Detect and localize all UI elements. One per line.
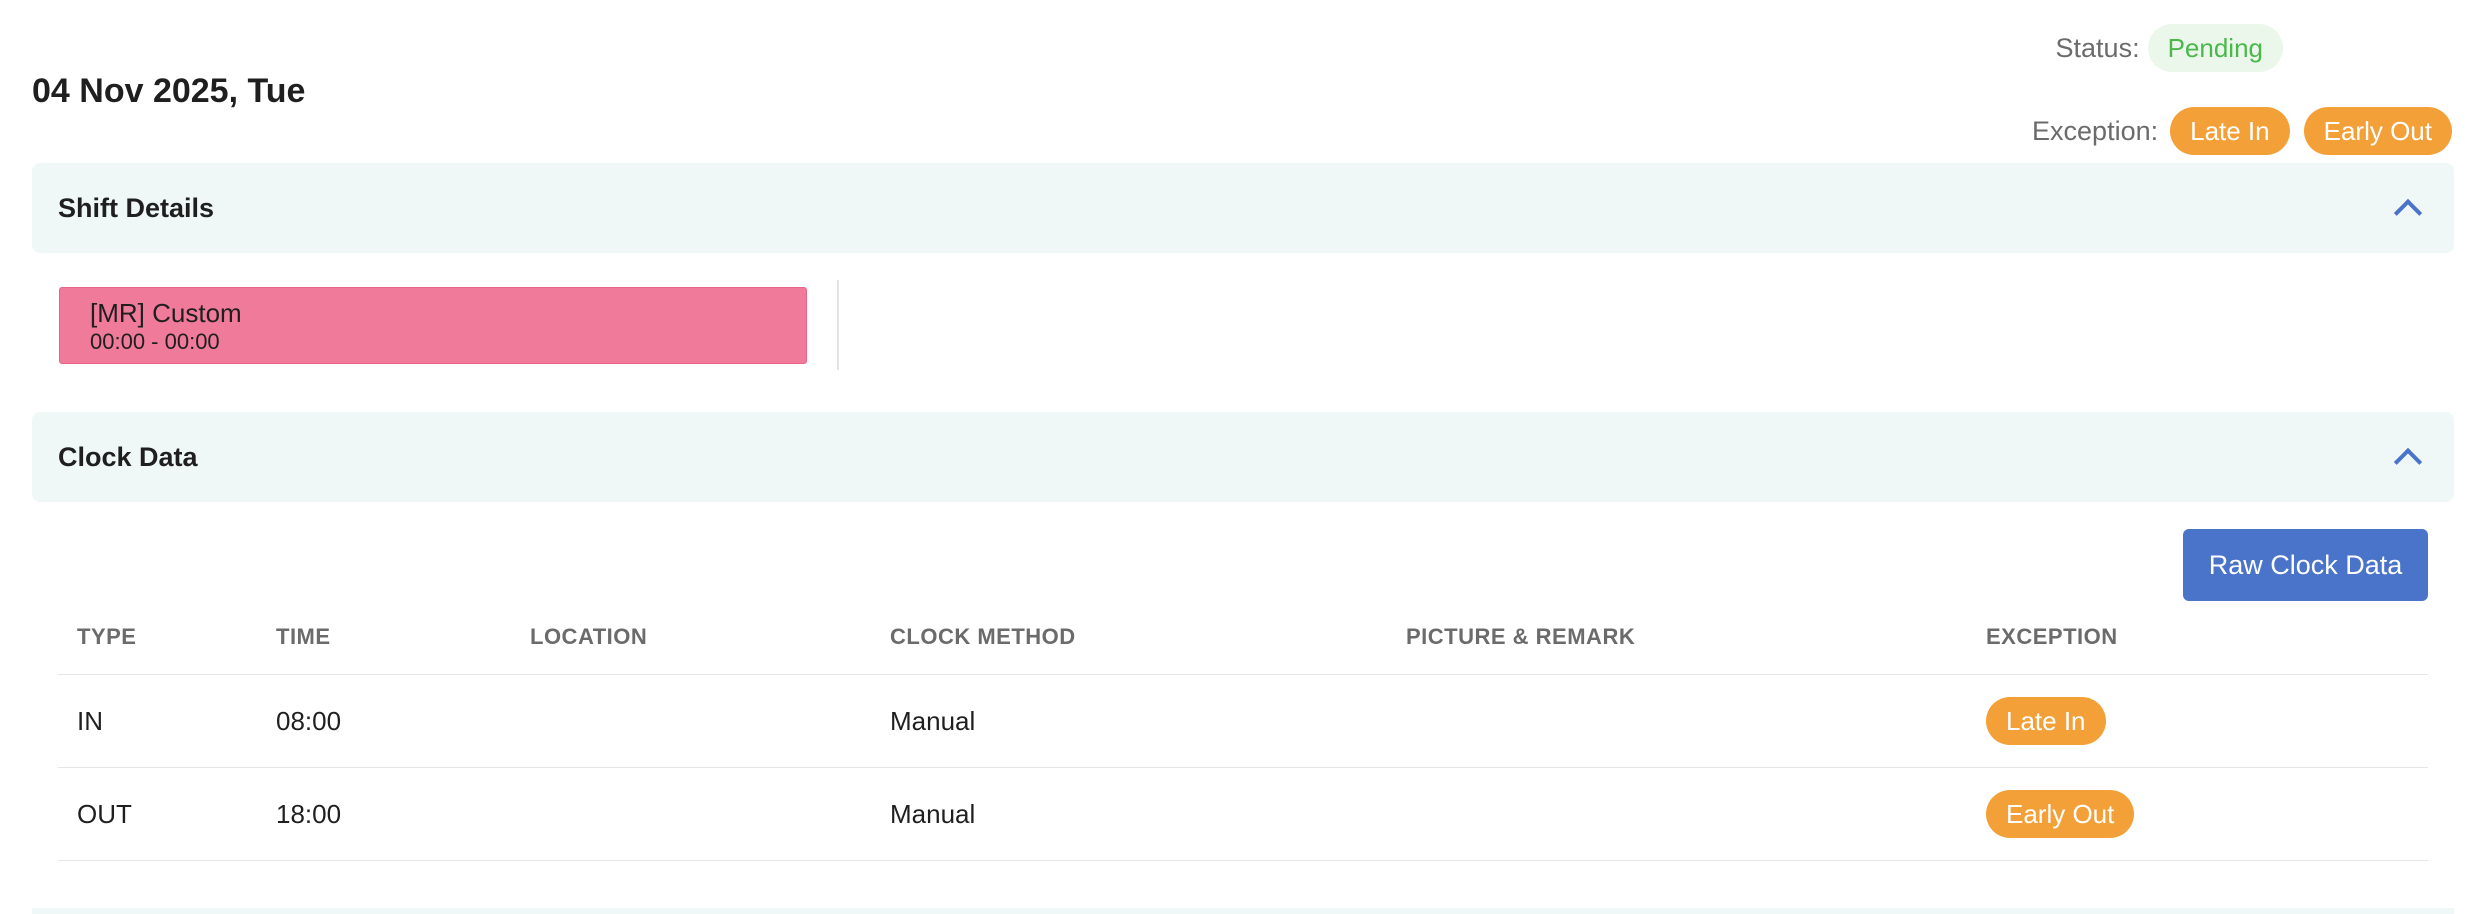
column-header-time: TIME	[276, 624, 331, 649]
exception-row: Exception: Late In Early Out	[2032, 107, 2452, 155]
raw-clock-data-button[interactable]: Raw Clock Data	[2183, 529, 2428, 601]
shift-time: 00:00 - 00:00	[90, 329, 220, 354]
shift-details-title: Shift Details	[58, 192, 215, 223]
column-header-location: LOCATION	[530, 624, 648, 649]
exception-badge-early-out: Early Out	[2303, 107, 2452, 155]
exception-badge: Late In	[1986, 697, 2106, 745]
exception-badge-late-in: Late In	[2170, 107, 2290, 155]
exception-label: Exception:	[2032, 115, 2159, 146]
cell-type: OUT	[77, 798, 132, 829]
cell-exception: Late In	[1986, 697, 2428, 745]
cell-time: 18:00	[276, 798, 342, 829]
cell-clock-method: Manual	[890, 705, 976, 736]
column-header-exception: EXCEPTION	[1986, 624, 2118, 649]
clock-data-table: TYPE TIME LOCATION CLOCK METHOD PICTURE …	[58, 600, 2428, 861]
column-header-picture-remark: PICTURE & REMARK	[1406, 624, 1636, 649]
status-label: Status:	[2055, 32, 2140, 63]
shift-details-header[interactable]: Shift Details	[32, 163, 2454, 253]
page-title: 04 Nov 2025, Tue	[32, 72, 306, 110]
chevron-up-icon[interactable]	[2393, 447, 2423, 477]
shift-name: [MR] Custom	[90, 298, 242, 328]
table-header: TYPE TIME LOCATION CLOCK METHOD PICTURE …	[58, 600, 2428, 675]
clock-data-title: Clock Data	[58, 441, 198, 472]
cell-time: 08:00	[276, 705, 342, 736]
table-row: IN 08:00 Manual Late In	[58, 675, 2428, 768]
divider	[837, 280, 839, 370]
status-badge: Pending	[2147, 24, 2283, 72]
status-row: Status: Pending	[2056, 24, 2283, 72]
cell-clock-method: Manual	[890, 798, 976, 829]
shift-card[interactable]: [MR] Custom 00:00 - 00:00	[59, 287, 807, 364]
column-header-type: TYPE	[77, 624, 137, 649]
table-row: OUT 18:00 Manual Early Out	[58, 768, 2428, 861]
cell-type: IN	[77, 705, 103, 736]
exception-badge: Early Out	[1986, 790, 2135, 838]
attendance-detail-page: 04 Nov 2025, Tue Status: Pending Excepti…	[0, 0, 2488, 914]
next-section-edge	[32, 908, 2454, 914]
chevron-up-icon[interactable]	[2393, 198, 2423, 228]
clock-data-header[interactable]: Clock Data	[32, 412, 2454, 502]
cell-exception: Early Out	[1986, 790, 2428, 838]
column-header-clock-method: CLOCK METHOD	[890, 624, 1076, 649]
